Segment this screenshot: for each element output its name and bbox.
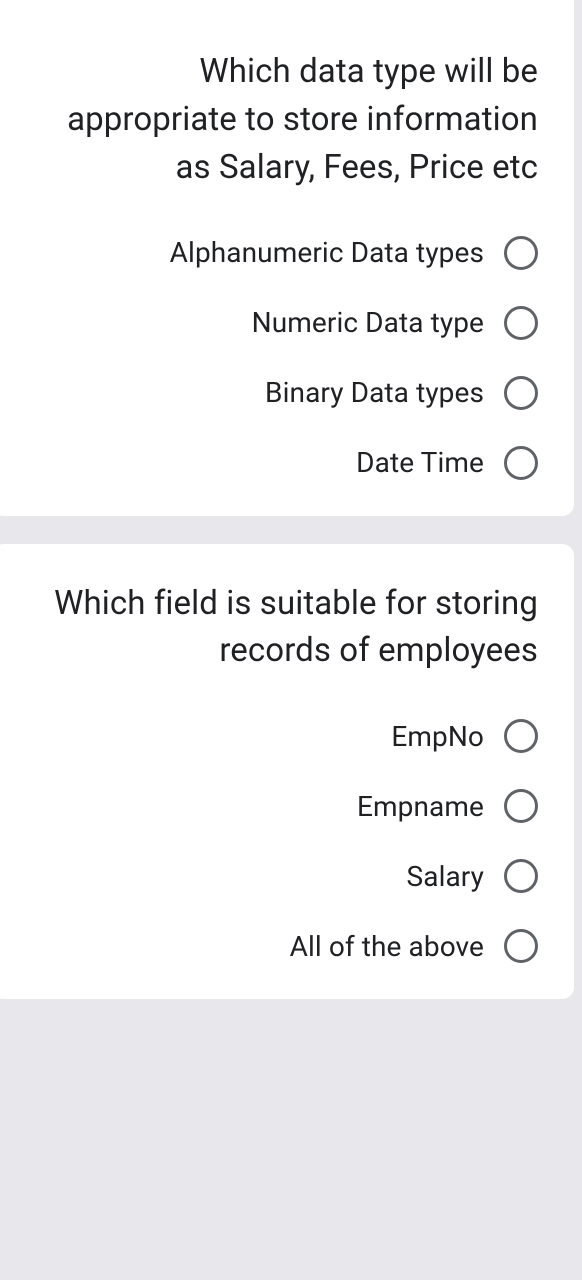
option-label: Numeric Data type xyxy=(252,306,484,339)
radio-button[interactable] xyxy=(504,446,538,480)
option-label: Binary Data types xyxy=(265,376,484,409)
form-container: Which data type will be appropriate to s… xyxy=(0,0,582,999)
radio-button[interactable] xyxy=(504,306,538,340)
option-label: Alphanumeric Data types xyxy=(170,236,484,269)
option-label: EmpNo xyxy=(391,720,484,753)
option-row[interactable]: Salary xyxy=(28,859,538,893)
option-label: Date Time xyxy=(356,446,484,479)
option-row[interactable]: Date Time xyxy=(28,446,538,480)
radio-button[interactable] xyxy=(504,929,538,963)
radio-button[interactable] xyxy=(504,789,538,823)
radio-button[interactable] xyxy=(504,859,538,893)
question-card: Which data type will be appropriate to s… xyxy=(0,0,574,516)
option-row[interactable]: Binary Data types xyxy=(28,376,538,410)
option-row[interactable]: Alphanumeric Data types xyxy=(28,236,538,270)
option-row[interactable]: Numeric Data type xyxy=(28,306,538,340)
radio-button[interactable] xyxy=(504,719,538,753)
radio-button[interactable] xyxy=(504,376,538,410)
option-label: Salary xyxy=(407,860,484,893)
option-label: All of the above xyxy=(290,930,484,963)
radio-button[interactable] xyxy=(504,236,538,270)
question-card: Which field is suitable for storing reco… xyxy=(0,544,574,1000)
question-text: Which field is suitable for storing reco… xyxy=(28,580,538,676)
option-label: Empname xyxy=(357,790,484,823)
option-row[interactable]: All of the above xyxy=(28,929,538,963)
question-text: Which data type will be appropriate to s… xyxy=(28,48,538,192)
option-row[interactable]: Empname xyxy=(28,789,538,823)
option-row[interactable]: EmpNo xyxy=(28,719,538,753)
